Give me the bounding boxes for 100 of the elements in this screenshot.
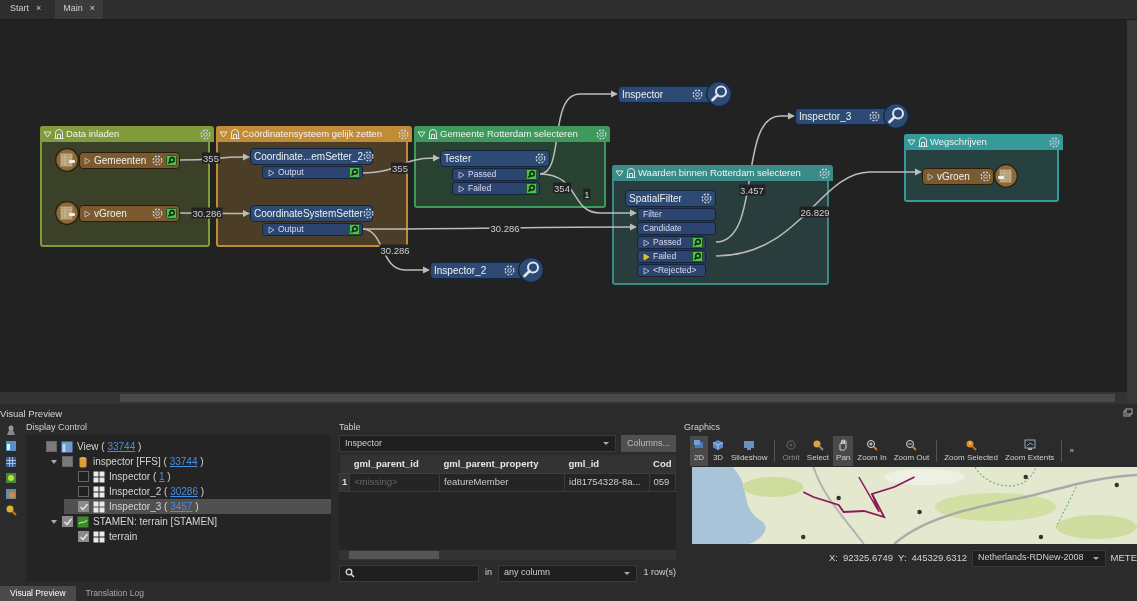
output-port[interactable]: Output xyxy=(262,166,363,179)
checkbox[interactable] xyxy=(78,486,89,497)
tool-button[interactable]: 3D xyxy=(709,436,727,466)
columns-button[interactable]: Columns... xyxy=(621,435,676,452)
count-link[interactable]: 33744 xyxy=(107,441,136,452)
tree-row[interactable]: Inspector_3 ( 3457 ) xyxy=(64,499,331,514)
more-button[interactable]: » xyxy=(1066,436,1077,466)
tool-button[interactable]: Zoom Selected xyxy=(941,436,1001,466)
output-port[interactable]: Failed xyxy=(452,182,540,195)
inspect-icon[interactable] xyxy=(692,237,703,248)
map-icon[interactable] xyxy=(5,472,17,484)
gear-icon[interactable] xyxy=(362,151,374,162)
tool-button[interactable]: 2D xyxy=(690,436,708,466)
horizontal-scrollbar[interactable] xyxy=(339,550,676,560)
column-header[interactable]: gml_id xyxy=(564,455,650,474)
tree-row[interactable]: Inspector_2 ( 30286 ) xyxy=(64,484,331,499)
bookmark-header[interactable]: Waarden binnen Rotterdam selecteren xyxy=(612,165,833,181)
writer-icon[interactable] xyxy=(994,164,1018,188)
inspect-icon[interactable] xyxy=(526,169,537,180)
tree-row[interactable]: terrain xyxy=(64,529,331,544)
column-header[interactable]: gml_parent_id xyxy=(349,455,440,474)
magnifier-icon[interactable] xyxy=(706,81,732,107)
magnifier-icon[interactable] xyxy=(518,257,544,283)
transformer-header[interactable]: CoordinateSystemSetter xyxy=(250,205,373,222)
checkbox[interactable] xyxy=(62,516,73,527)
tool-button[interactable]: Select xyxy=(803,436,833,466)
magnifier-icon[interactable] xyxy=(5,504,17,516)
tab[interactable]: Main xyxy=(55,0,86,19)
output-port[interactable]: Output xyxy=(262,223,363,236)
scrollbar-thumb[interactable] xyxy=(349,551,439,559)
tab[interactable]: Visual Preview xyxy=(0,586,76,601)
connection-arrow[interactable] xyxy=(361,154,440,174)
tool-button[interactable]: Zoom Out xyxy=(890,436,933,466)
window-icon[interactable] xyxy=(5,440,17,452)
collapse-icon[interactable] xyxy=(417,129,426,139)
column-dropdown[interactable]: any column xyxy=(498,564,638,582)
gear-icon[interactable] xyxy=(869,111,880,122)
tool-button[interactable]: Pan xyxy=(833,436,854,466)
checkbox[interactable] xyxy=(78,501,89,512)
source-dropdown[interactable]: Inspector xyxy=(339,435,616,452)
grid-icon[interactable] xyxy=(5,456,17,468)
count-link[interactable]: 33744 xyxy=(169,456,198,467)
magnifier-icon[interactable] xyxy=(883,103,909,129)
connection-arrow[interactable] xyxy=(361,223,637,231)
checkbox[interactable] xyxy=(46,441,57,452)
reader-icon[interactable] xyxy=(55,201,79,225)
inspect-icon[interactable] xyxy=(526,183,537,194)
gear-icon[interactable] xyxy=(362,208,374,219)
collapse-icon[interactable] xyxy=(907,137,916,147)
feature-type-bar[interactable]: vGroen xyxy=(79,205,180,222)
checkbox[interactable] xyxy=(62,456,73,467)
gear-icon[interactable] xyxy=(701,193,712,204)
info-icon[interactable] xyxy=(5,488,17,500)
figure-icon[interactable] xyxy=(5,424,17,436)
collapse-icon[interactable] xyxy=(615,168,624,178)
inspect-icon[interactable] xyxy=(166,208,177,219)
tool-button[interactable]: Slideshow xyxy=(728,436,771,466)
tab[interactable]: Start xyxy=(2,0,32,19)
tree-row[interactable]: inspector [FFS] ( 33744 ) xyxy=(48,454,331,469)
checkbox[interactable] xyxy=(78,471,89,482)
inspect-icon[interactable] xyxy=(166,155,177,166)
search-field[interactable] xyxy=(339,564,479,582)
expand-icon[interactable] xyxy=(50,517,58,526)
gear-icon[interactable] xyxy=(504,265,515,276)
inspect-icon[interactable] xyxy=(349,167,360,178)
inspect-icon[interactable] xyxy=(692,251,703,262)
column-header[interactable]: gml_parent_property xyxy=(439,455,565,474)
tree-row[interactable]: Inspector ( 1 ) xyxy=(64,469,331,484)
reader-icon[interactable] xyxy=(55,148,79,172)
output-port[interactable]: Passed xyxy=(452,168,540,181)
transformer-header[interactable]: SpatialFilter xyxy=(625,190,716,207)
checkbox[interactable] xyxy=(78,531,89,542)
expand-icon[interactable] xyxy=(50,457,58,466)
horizontal-scrollbar[interactable] xyxy=(0,392,1127,404)
transformer-header[interactable]: Tester xyxy=(440,150,550,167)
tree-row[interactable]: View ( 33744 ) xyxy=(32,439,331,454)
close-button[interactable]: × xyxy=(32,0,50,19)
feature-type-bar[interactable]: Gemeenten xyxy=(79,152,180,169)
count-link[interactable]: 30286 xyxy=(170,486,198,497)
transformer-header[interactable]: Coordinate...emSetter_2 xyxy=(250,148,373,165)
count-link[interactable]: 1 xyxy=(159,471,165,482)
gear-icon[interactable] xyxy=(535,153,546,164)
output-port[interactable]: Passed xyxy=(637,236,706,249)
column-header[interactable]: Cod xyxy=(649,455,676,474)
output-port[interactable]: Failed xyxy=(637,250,706,263)
tool-button[interactable]: Zoom Extents xyxy=(1002,436,1058,466)
crs-dropdown[interactable]: Netherlands-RDNew-2008 xyxy=(972,549,1106,567)
connection-arrow[interactable] xyxy=(361,228,430,274)
layers-icon xyxy=(693,438,705,451)
output-port[interactable]: <Rejected> xyxy=(637,264,706,277)
input-port[interactable]: Candidate xyxy=(637,222,716,235)
undock-icon[interactable] xyxy=(1123,408,1133,418)
tab[interactable]: Translation Log xyxy=(75,586,154,601)
vertical-scrollbar[interactable] xyxy=(1127,20,1137,404)
input-port[interactable]: Filter xyxy=(637,208,716,221)
inspect-icon[interactable] xyxy=(349,224,360,235)
tree-row[interactable]: STAMEN: terrain [STAMEN] xyxy=(48,514,331,529)
feature-type-bar[interactable]: vGroen xyxy=(922,168,994,185)
tool-button[interactable]: Zoom In xyxy=(854,436,890,466)
gear-icon[interactable] xyxy=(692,89,703,100)
